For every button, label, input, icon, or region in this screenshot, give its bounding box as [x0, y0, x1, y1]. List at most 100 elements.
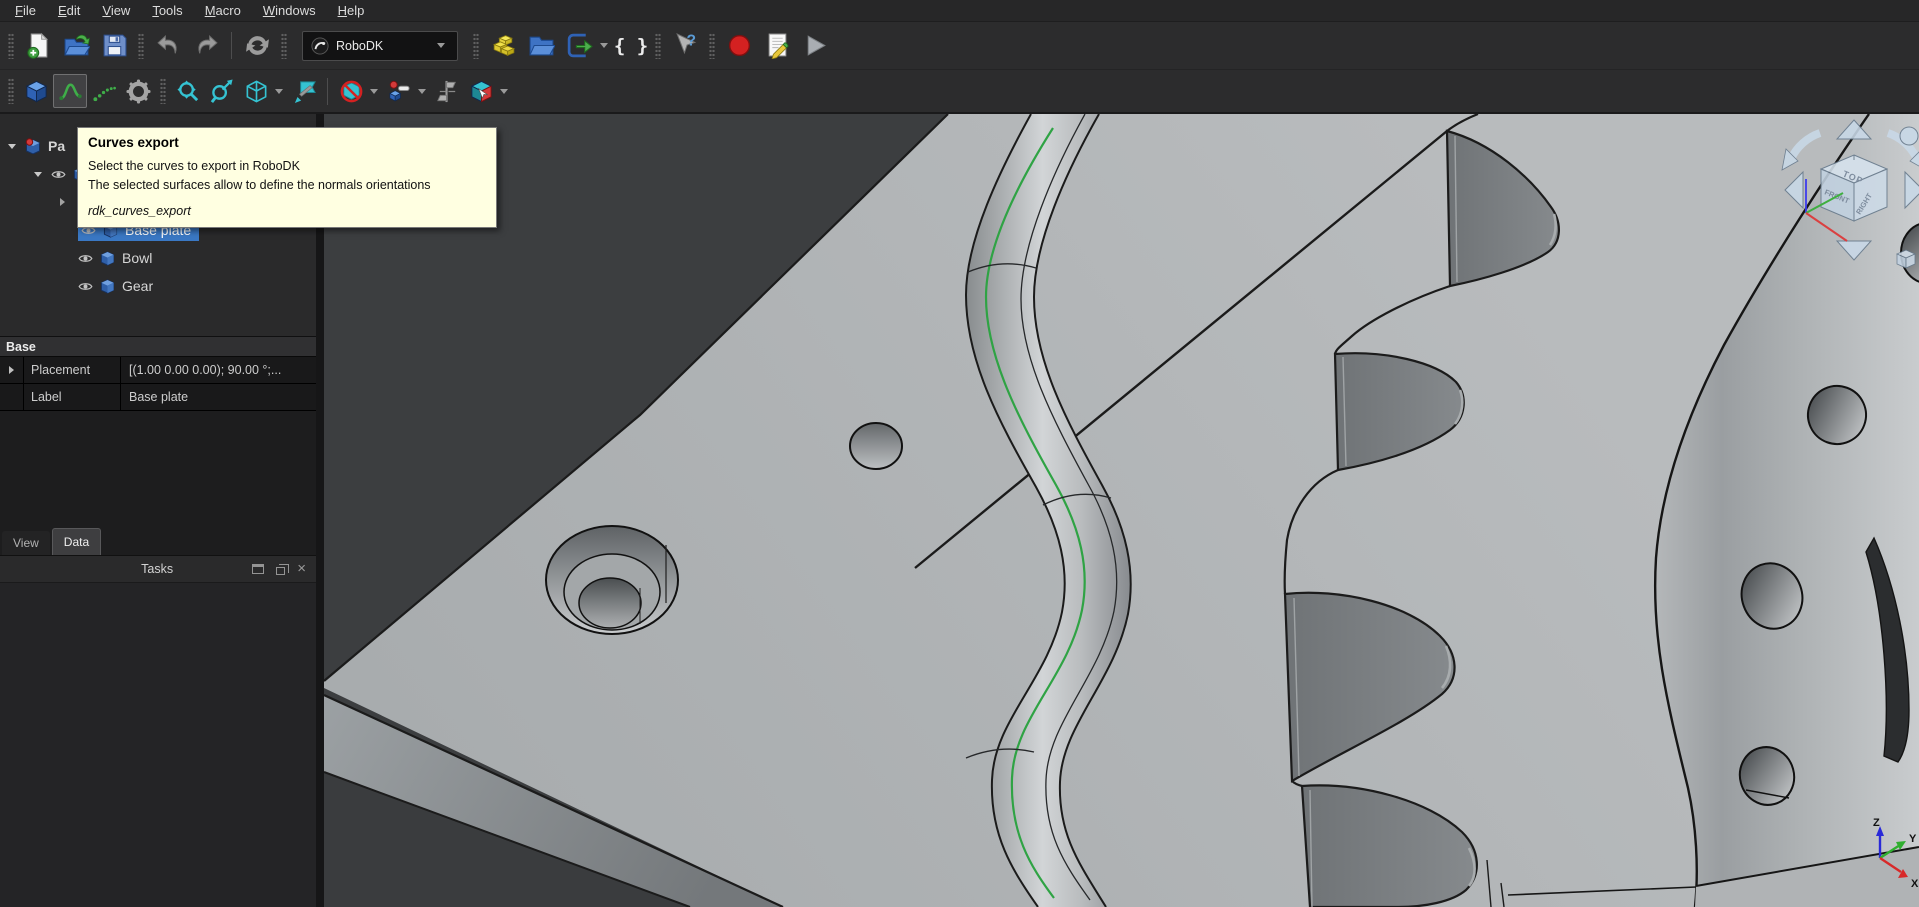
toolbar-grip[interactable]: [281, 33, 287, 59]
tasks-title: Tasks: [0, 562, 252, 576]
measure-button[interactable]: [430, 74, 464, 108]
view-dropdown-icon[interactable]: [275, 89, 283, 94]
property-grid: Placement[(1.00 0.00 0.00); 90.00 °;...L…: [0, 357, 316, 411]
curves-export-icon: [58, 79, 83, 104]
whats-this-button[interactable]: ?: [666, 27, 704, 65]
svg-text:?: ?: [686, 33, 696, 50]
gear-icon: [126, 79, 151, 104]
load-library-button[interactable]: [484, 27, 522, 65]
iso-cube-icon: [244, 79, 269, 104]
toolbar-grip[interactable]: [473, 33, 479, 59]
tasks-panel-body: [0, 583, 316, 907]
3d-viewport[interactable]: TOP FRONT RIGHT: [324, 114, 1919, 907]
simulation-flag-icon: [292, 79, 317, 104]
menu-help[interactable]: Help: [327, 1, 376, 20]
collapse-arrow-icon[interactable]: [60, 198, 65, 206]
small-hole[interactable]: [850, 423, 902, 469]
curves-export-button[interactable]: [53, 74, 87, 108]
refresh-icon: [244, 32, 271, 59]
open-project-button[interactable]: [522, 27, 560, 65]
tab-data[interactable]: Data: [52, 528, 101, 555]
panel-splitter[interactable]: [316, 114, 324, 907]
save-icon: [101, 32, 128, 59]
z-axis-label: Z: [1873, 817, 1880, 829]
menu-file[interactable]: File: [4, 1, 47, 20]
reference-frame-button[interactable]: [382, 74, 416, 108]
tooltip-line2: The selected surfaces allow to define th…: [88, 176, 486, 195]
box-view-button[interactable]: [19, 74, 53, 108]
x-axis-label: X: [1911, 878, 1919, 890]
record-icon: [726, 32, 753, 59]
redo-icon: [193, 32, 220, 59]
open-file-button[interactable]: [57, 27, 95, 65]
eye-icon: [78, 281, 93, 292]
menu-windows[interactable]: Windows: [252, 1, 327, 20]
export-simulation-button[interactable]: [287, 74, 321, 108]
application-window: FileEditViewToolsMacroWindowsHelp RoboDK: [0, 0, 1919, 907]
menu-edit[interactable]: Edit: [47, 1, 91, 20]
toolbar-separator: [231, 32, 232, 59]
select-face-button[interactable]: [464, 74, 498, 108]
toolbar-grip[interactable]: [709, 33, 715, 59]
property-expander[interactable]: [0, 357, 24, 383]
toolbar-separator: [327, 78, 328, 105]
fit-all-button[interactable]: [171, 74, 205, 108]
tree-item-label: Gear: [122, 278, 153, 294]
tree-item-label: Pa: [48, 138, 65, 154]
tree-item-label: Bowl: [122, 250, 152, 266]
menu-tools[interactable]: Tools: [141, 1, 193, 20]
undo-button[interactable]: [149, 27, 187, 65]
workbench-selector[interactable]: RoboDK: [302, 31, 458, 61]
expand-arrow-icon[interactable]: [8, 144, 16, 149]
toolbar-grip[interactable]: [138, 33, 144, 59]
isometric-view-button[interactable]: [239, 74, 273, 108]
points-export-button[interactable]: [87, 74, 121, 108]
export-button[interactable]: [560, 27, 598, 65]
edit-macro-button[interactable]: [758, 27, 796, 65]
robodk-logo-icon: [311, 37, 329, 55]
undo-icon: [155, 32, 182, 59]
open-folder-icon: [63, 32, 90, 59]
save-button[interactable]: [95, 27, 133, 65]
dock-panel-button[interactable]: [252, 564, 264, 574]
property-row-label[interactable]: LabelBase plate: [0, 384, 316, 411]
code-braces-button[interactable]: { }: [612, 27, 650, 65]
blue-cube-icon: [24, 79, 49, 104]
workbench-value: RoboDK: [336, 39, 383, 53]
menu-macro[interactable]: Macro: [194, 1, 252, 20]
close-panel-button[interactable]: ×: [297, 564, 306, 574]
zoom-selection-button[interactable]: [205, 74, 239, 108]
property-row-placement[interactable]: Placement[(1.00 0.00 0.00); 90.00 °;...: [0, 357, 316, 384]
settings-button[interactable]: [121, 74, 155, 108]
toolbar-grip[interactable]: [160, 78, 166, 104]
float-panel-button[interactable]: [276, 564, 285, 575]
counterbore-hole[interactable]: [546, 526, 678, 634]
expand-arrow-icon[interactable]: [34, 172, 42, 177]
3d-scene: TOP FRONT RIGHT: [324, 114, 1919, 907]
refresh-button[interactable]: [238, 27, 276, 65]
record-macro-button[interactable]: [720, 27, 758, 65]
new-document-button[interactable]: [19, 27, 57, 65]
property-value[interactable]: [(1.00 0.00 0.00); 90.00 °;...: [121, 357, 316, 383]
select-dropdown-icon[interactable]: [500, 89, 508, 94]
toolbar-grip[interactable]: [655, 33, 661, 59]
frame-dropdown-icon[interactable]: [418, 89, 426, 94]
toolbar-grip[interactable]: [8, 33, 14, 59]
export-dropdown-icon[interactable]: [600, 43, 608, 48]
property-group-header[interactable]: Base: [0, 336, 316, 357]
collision-check-button[interactable]: [334, 74, 368, 108]
property-value[interactable]: Base plate: [121, 384, 316, 410]
tree-item-bowl[interactable]: Bowl: [0, 244, 316, 272]
menu-bar: FileEditViewToolsMacroWindowsHelp: [0, 0, 1919, 22]
tab-view[interactable]: View: [2, 531, 50, 555]
redo-button[interactable]: [187, 27, 225, 65]
y-axis-label: Y: [1909, 833, 1917, 845]
points-export-icon: [92, 79, 117, 104]
run-macro-button[interactable]: [796, 27, 834, 65]
combo-view-tabs: View Data: [0, 524, 316, 555]
collision-dropdown-icon[interactable]: [370, 89, 378, 94]
menu-view[interactable]: View: [91, 1, 141, 20]
tree-item-gear[interactable]: Gear: [0, 272, 316, 300]
toolbar-file: RoboDK { } ?: [0, 22, 1919, 70]
toolbar-grip[interactable]: [8, 78, 14, 104]
